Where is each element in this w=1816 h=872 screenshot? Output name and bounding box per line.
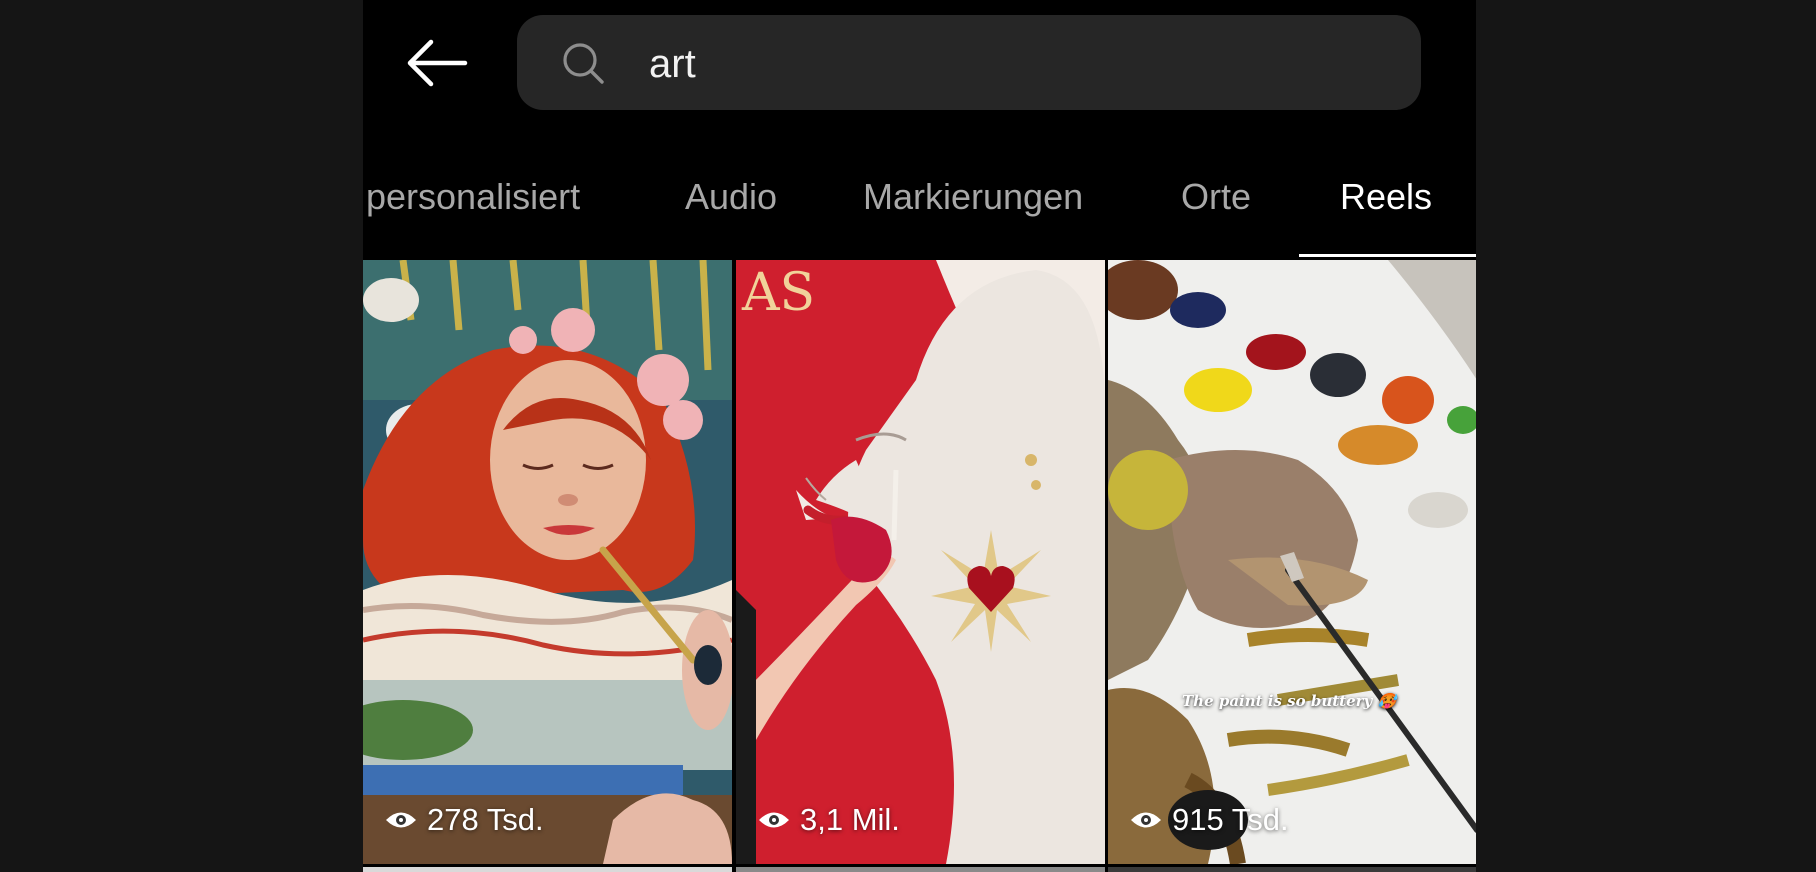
- reel-tile-5-partial[interactable]: [736, 867, 1105, 872]
- tab-audio[interactable]: Audio: [685, 176, 777, 218]
- active-tab-indicator: [1299, 254, 1476, 257]
- tab-reels[interactable]: Reels: [1340, 176, 1432, 218]
- reel-tile-6-partial[interactable]: [1108, 867, 1476, 872]
- view-count-label: 278 Tsd.: [427, 802, 544, 837]
- tab-markierungen[interactable]: Markierungen: [863, 176, 1083, 218]
- reel-tile-4-partial[interactable]: [363, 867, 732, 872]
- reel-thumbnail: AS: [736, 260, 1105, 864]
- tab-orte[interactable]: Orte: [1181, 176, 1251, 218]
- reel-thumbnail: [1108, 260, 1476, 864]
- tab-personalisiert[interactable]: personalisiert: [366, 176, 580, 218]
- eye-icon: [759, 812, 789, 828]
- search-input[interactable]: [647, 35, 1351, 93]
- back-button[interactable]: [405, 36, 469, 90]
- reel-tile-1[interactable]: 278 Tsd.: [363, 260, 732, 864]
- search-bar[interactable]: [517, 15, 1421, 110]
- reel-caption: The paint is so buttery 🥵: [1182, 692, 1397, 710]
- view-count: 278 Tsd.: [385, 802, 544, 838]
- reels-grid: 278 Tsd. AS 3,1 Mil. The paint is so but…: [363, 260, 1476, 872]
- reel-thumbnail: [363, 260, 732, 864]
- reel-tile-3[interactable]: The paint is so buttery 🥵 915 Tsd.: [1108, 260, 1476, 864]
- view-count-label: 3,1 Mil.: [800, 802, 900, 837]
- view-count-label: 915 Tsd.: [1172, 802, 1289, 837]
- painting-letters: AS: [741, 263, 815, 323]
- arrow-left-icon: [407, 39, 468, 87]
- reel-tile-2[interactable]: AS 3,1 Mil.: [736, 260, 1105, 864]
- view-count: 915 Tsd.: [1130, 802, 1289, 838]
- search-tabs: personalisiert Audio Markierungen Orte R…: [363, 170, 1476, 260]
- app-screen: personalisiert Audio Markierungen Orte R…: [363, 0, 1476, 872]
- search-icon: [563, 43, 604, 84]
- view-count: 3,1 Mil.: [758, 802, 900, 838]
- eye-icon: [386, 812, 416, 828]
- eye-icon: [1131, 812, 1161, 828]
